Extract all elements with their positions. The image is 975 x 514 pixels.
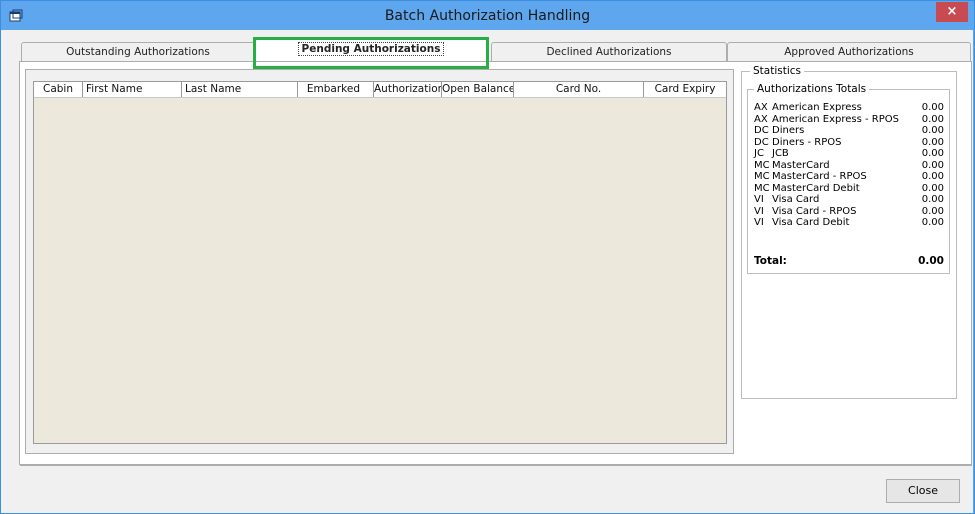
card-code: DC — [754, 125, 769, 136]
authorization-totals-group: Authorizations Totals AX American Express… — [747, 83, 950, 274]
card-code: AX — [754, 102, 768, 113]
total-row-mastercard: MC MasterCard 0.00 — [754, 160, 944, 171]
card-amount: 0.00 — [921, 136, 944, 148]
close-button[interactable]: Close — [886, 479, 960, 503]
grand-total-row: Total: 0.00 — [754, 255, 944, 267]
window-title: Batch Authorization Handling — [384, 8, 591, 24]
title-bar[interactable]: Batch Authorization Handling × — [1, 1, 974, 31]
total-row-amex: AX American Express 0.00 — [754, 102, 944, 113]
card-amount: 0.00 — [921, 182, 944, 194]
total-row-amex-rpos: AX American Express - RPOS 0.00 — [754, 114, 944, 125]
card-name: American Express — [772, 102, 862, 113]
card-code: MC — [754, 171, 770, 182]
card-name: Diners - RPOS — [772, 136, 842, 148]
card-amount: 0.00 — [921, 125, 944, 136]
tab-outstanding-authorizations[interactable]: Outstanding Authorizations — [21, 42, 255, 61]
card-code: VI — [754, 194, 764, 205]
total-row-visa-debit: VI Visa Card Debit 0.00 — [754, 217, 944, 228]
col-open-balance[interactable]: Open Balance — [442, 82, 514, 97]
total-label: Total: — [754, 255, 787, 267]
card-code: DC — [754, 136, 769, 148]
card-amount: 0.00 — [921, 102, 944, 113]
card-code: JC — [754, 148, 764, 159]
card-code: MC — [754, 159, 770, 171]
card-amount: 0.00 — [921, 148, 944, 159]
card-name: American Express - RPOS — [772, 113, 899, 125]
total-row-diners: DC Diners 0.00 — [754, 125, 944, 136]
total-row-diners-rpos: DC Diners - RPOS 0.00 — [754, 137, 944, 148]
col-embarked[interactable]: Embarked — [298, 82, 374, 97]
tab-highlight-box — [253, 37, 489, 69]
total-row-mastercard-debit: MC MasterCard Debit 0.00 — [754, 183, 944, 194]
footer-divider — [20, 465, 972, 466]
card-amount: 0.00 — [921, 113, 944, 125]
card-name: Visa Card — [772, 194, 820, 205]
card-amount: 0.00 — [921, 159, 944, 171]
card-amount: 0.00 — [921, 205, 944, 217]
col-card-no[interactable]: Card No. — [514, 82, 644, 97]
total-row-jcb: JC JCB 0.00 — [754, 148, 944, 159]
col-last-name[interactable]: Last Name — [182, 82, 298, 97]
total-row-visa-rpos: VI Visa Card - RPOS 0.00 — [754, 206, 944, 217]
card-code: VI — [754, 217, 764, 228]
grid-header: Cabin First Name Last Name Embarked Auth… — [34, 82, 726, 98]
statistics-title: Statistics — [750, 65, 804, 77]
card-code: MC — [754, 182, 770, 194]
total-amount: 0.00 — [918, 255, 944, 267]
col-cabin[interactable]: Cabin — [34, 82, 83, 97]
card-code: AX — [754, 113, 768, 125]
totals-title: Authorizations Totals — [754, 83, 870, 95]
card-amount: 0.00 — [921, 194, 944, 205]
total-row-mastercard-rpos: MC MasterCard - RPOS 0.00 — [754, 171, 944, 182]
card-name: Visa Card - RPOS — [772, 205, 857, 217]
card-name: MasterCard Debit — [772, 182, 860, 194]
col-card-expiry[interactable]: Card Expiry — [644, 82, 726, 97]
authorizations-grid[interactable]: Cabin First Name Last Name Embarked Auth… — [33, 81, 727, 444]
card-code: VI — [754, 205, 764, 217]
card-amount: 0.00 — [921, 171, 944, 182]
col-authorization[interactable]: Authorization — [374, 82, 442, 97]
card-name: JCB — [772, 148, 789, 159]
col-first-name[interactable]: First Name — [83, 82, 182, 97]
card-amount: 0.00 — [921, 217, 944, 228]
total-row-visa: VI Visa Card 0.00 — [754, 194, 944, 205]
close-icon[interactable]: × — [936, 2, 968, 22]
card-name: Visa Card Debit — [772, 217, 850, 228]
tab-approved-authorizations[interactable]: Approved Authorizations — [727, 42, 971, 61]
card-name: Diners — [772, 125, 805, 136]
card-name: MasterCard — [772, 159, 830, 171]
tab-declined-authorizations[interactable]: Declined Authorizations — [491, 42, 727, 61]
card-name: MasterCard - RPOS — [772, 171, 867, 182]
